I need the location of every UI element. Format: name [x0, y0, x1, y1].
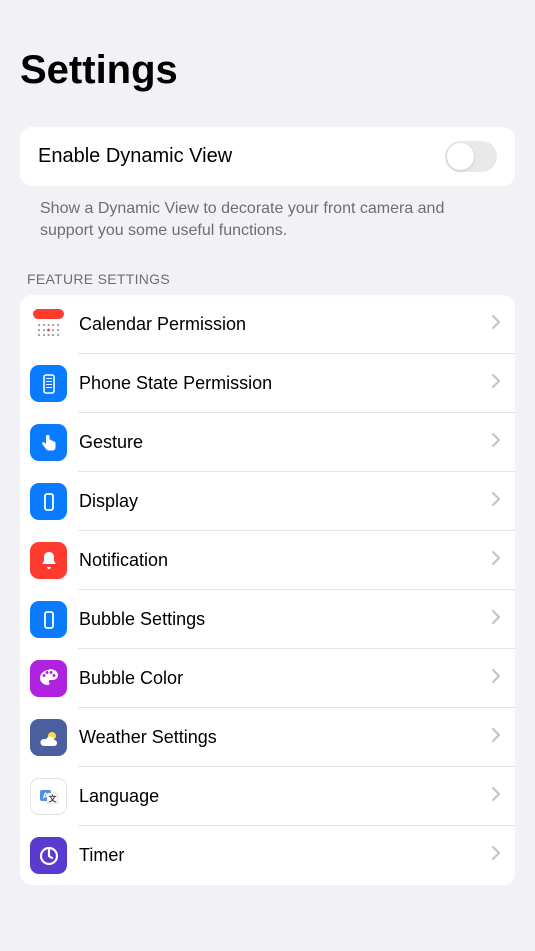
- chevron-right-icon: [491, 667, 501, 690]
- timer-icon: [30, 837, 67, 874]
- list-item[interactable]: Weather Settings: [20, 708, 515, 767]
- feature-settings-list: Calendar Permission Phone State Permissio…: [20, 295, 515, 885]
- row-label: Phone State Permission: [79, 373, 491, 394]
- chevron-right-icon: [491, 431, 501, 454]
- chevron-right-icon: [491, 490, 501, 513]
- list-item[interactable]: A文 Language: [20, 767, 515, 826]
- dynamic-view-description: Show a Dynamic View to decorate your fro…: [20, 186, 515, 241]
- chevron-right-icon: [491, 313, 501, 336]
- chevron-right-icon: [491, 785, 501, 808]
- list-item[interactable]: Calendar Permission: [20, 295, 515, 354]
- calendar-icon: [30, 306, 67, 343]
- enable-dynamic-view-toggle[interactable]: [445, 141, 497, 172]
- chevron-right-icon: [491, 726, 501, 749]
- phone-state-icon: [30, 365, 67, 402]
- chevron-right-icon: [491, 372, 501, 395]
- row-label: Display: [79, 491, 491, 512]
- row-label: Bubble Color: [79, 668, 491, 689]
- row-label: Timer: [79, 845, 491, 866]
- enable-dynamic-view-row: Enable Dynamic View: [20, 127, 515, 186]
- list-item[interactable]: Display: [20, 472, 515, 531]
- gesture-icon: [30, 424, 67, 461]
- row-label: Bubble Settings: [79, 609, 491, 630]
- bubble-settings-icon: [30, 601, 67, 638]
- svg-text:文: 文: [48, 793, 57, 803]
- list-item[interactable]: Bubble Settings: [20, 590, 515, 649]
- list-item[interactable]: Gesture: [20, 413, 515, 472]
- row-label: Language: [79, 786, 491, 807]
- dynamic-view-card: Enable Dynamic View: [20, 127, 515, 186]
- row-label: Gesture: [79, 432, 491, 453]
- row-label: Weather Settings: [79, 727, 491, 748]
- display-icon: [30, 483, 67, 520]
- row-label: Notification: [79, 550, 491, 571]
- feature-settings-header: FEATURE SETTINGS: [20, 241, 515, 295]
- chevron-right-icon: [491, 549, 501, 572]
- page-title: Settings: [20, 0, 515, 127]
- chevron-right-icon: [491, 844, 501, 867]
- row-label: Calendar Permission: [79, 314, 491, 335]
- weather-icon: [30, 719, 67, 756]
- toggle-knob: [447, 143, 474, 170]
- chevron-right-icon: [491, 608, 501, 631]
- notification-icon: [30, 542, 67, 579]
- list-item[interactable]: Phone State Permission: [20, 354, 515, 413]
- language-icon: A文: [30, 778, 67, 815]
- bubble-color-icon: [30, 660, 67, 697]
- list-item[interactable]: Timer: [20, 826, 515, 885]
- list-item[interactable]: Bubble Color: [20, 649, 515, 708]
- toggle-label: Enable Dynamic View: [38, 145, 232, 168]
- list-item[interactable]: Notification: [20, 531, 515, 590]
